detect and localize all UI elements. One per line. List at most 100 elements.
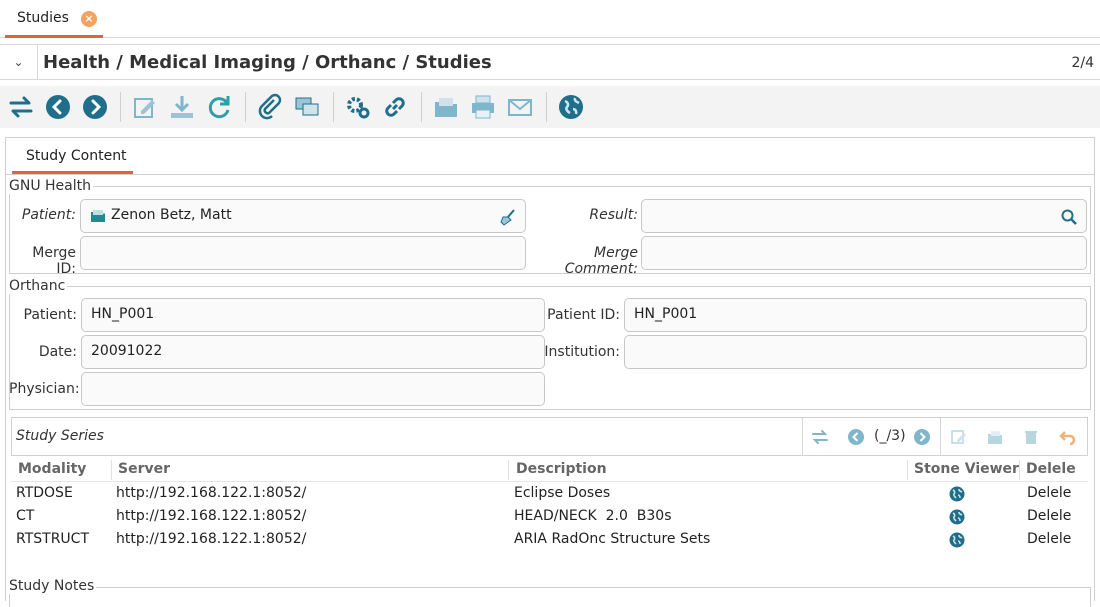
or-physician-field[interactable] [81, 372, 545, 406]
gh-patient-value: Zenon Betz, Matt [111, 207, 232, 223]
email-icon[interactable] [506, 93, 534, 121]
cell-description: ARIA RadOnc Structure Sets [514, 531, 711, 547]
folder-icon [91, 210, 105, 222]
search-icon[interactable] [1060, 208, 1078, 226]
table-row[interactable]: RTDOSE http://192.168.122.1:8052/ Eclips… [11, 483, 1088, 506]
or-date-value: 20091022 [91, 343, 163, 359]
or-institution-field[interactable] [624, 335, 1087, 369]
column-divider [1019, 460, 1020, 480]
column-divider [111, 460, 112, 480]
toolbar [0, 86, 1100, 128]
cell-modality: CT [16, 508, 35, 524]
cell-modality: RTSTRUCT [16, 531, 90, 547]
toolbar-separator [245, 92, 246, 122]
gh-patient-label: Patient: [21, 207, 76, 223]
globe-icon[interactable] [557, 93, 585, 121]
tab-study-content-label: Study Content [26, 148, 127, 164]
cell-description: HEAD/NECK 2.0 B30s [514, 508, 672, 524]
attachment-icon[interactable] [256, 93, 284, 121]
study-series-title: Study Series [16, 428, 104, 444]
print-icon[interactable] [469, 93, 497, 121]
toolbar-separator [802, 418, 803, 456]
save-icon[interactable] [168, 93, 196, 121]
edit-icon[interactable] [131, 93, 159, 121]
stone-viewer-globe-icon[interactable] [949, 486, 965, 502]
gh-merge-comment-label: Merge Comment: [564, 245, 638, 277]
study-series-toolbar: Study Series (_/3) [11, 417, 1088, 456]
tab-study-content[interactable]: Study Content [12, 144, 133, 174]
clear-broom-icon[interactable] [499, 208, 517, 226]
or-date-field[interactable]: 20091022 [81, 335, 545, 369]
record-counter: (_/3) [874, 428, 906, 444]
tab-strip [0, 0, 1100, 38]
reload-icon[interactable] [205, 93, 233, 121]
col-modality[interactable]: Modality [18, 461, 86, 477]
col-stone-viewer[interactable]: Stone Viewer [914, 461, 1019, 477]
notes-icon[interactable] [293, 93, 321, 121]
switch-view-icon[interactable] [811, 428, 829, 446]
toolbar-separator [940, 418, 941, 456]
cell-server: http://192.168.122.1:8052/ [116, 508, 307, 524]
or-patient-id-label: Patient ID: [547, 307, 620, 323]
cell-modality: RTDOSE [16, 485, 73, 501]
edit-icon[interactable] [950, 428, 968, 446]
col-description[interactable]: Description [516, 461, 607, 477]
orthanc-legend: Orthanc [9, 278, 68, 294]
table-row[interactable]: RTSTRUCT http://192.168.122.1:8052/ ARIA… [11, 529, 1088, 552]
table-row[interactable]: CT http://192.168.122.1:8052/ HEAD/NECK … [11, 506, 1088, 529]
cell-description: Eclipse Doses [514, 485, 611, 501]
col-server[interactable]: Server [118, 461, 170, 477]
breadcrumb: Health / Medical Imaging / Orthanc / Stu… [43, 52, 492, 73]
collapse-chevron-icon[interactable]: ⌄ [0, 45, 38, 79]
gh-patient-field[interactable]: Zenon Betz, Matt [80, 199, 526, 233]
or-institution-label: Institution: [544, 344, 620, 360]
delete-link[interactable]: Delele [1027, 508, 1071, 524]
previous-icon[interactable] [847, 428, 865, 446]
relate-icon[interactable] [381, 93, 409, 121]
toolbar-separator [120, 92, 121, 122]
switch-view-icon[interactable] [7, 93, 35, 121]
or-date-label: Date: [38, 344, 77, 360]
or-patient-label: Patient: [23, 307, 77, 323]
close-tab-icon[interactable]: × [81, 11, 97, 27]
stone-viewer-globe-icon[interactable] [949, 509, 965, 525]
col-delete[interactable]: Delele [1026, 461, 1076, 477]
study-notes-legend: Study Notes [9, 578, 97, 594]
gh-result-field[interactable] [641, 199, 1087, 233]
cell-server: http://192.168.122.1:8052/ [116, 531, 307, 547]
column-divider [907, 460, 908, 480]
or-patient-field[interactable]: HN_P001 [81, 298, 545, 332]
open-folder-icon[interactable] [432, 93, 460, 121]
delete-link[interactable]: Delele [1027, 531, 1071, 547]
column-divider [508, 460, 509, 480]
cell-server: http://192.168.122.1:8052/ [116, 485, 307, 501]
gh-merge-id-field[interactable] [80, 236, 526, 270]
or-patient-value: HN_P001 [91, 306, 155, 322]
delete-link[interactable]: Delele [1027, 485, 1071, 501]
toolbar-separator [333, 92, 334, 122]
delete-icon[interactable] [1022, 428, 1040, 446]
or-patient-id-field[interactable]: HN_P001 [624, 298, 1087, 332]
next-icon[interactable] [913, 428, 931, 446]
or-physician-label: Physician: [9, 381, 80, 397]
stone-viewer-globe-icon[interactable] [949, 532, 965, 548]
study-notes-group [9, 587, 1091, 607]
action-icon[interactable] [344, 93, 372, 121]
or-patient-id-value: HN_P001 [634, 306, 698, 322]
gh-result-label: Result: [589, 207, 638, 223]
gh-merge-comment-field[interactable] [641, 236, 1087, 270]
tab-studies[interactable]: Studies × [5, 0, 103, 38]
previous-icon[interactable] [44, 93, 72, 121]
record-pager: 2/4 [1071, 55, 1094, 71]
series-table-header: Modality Server Description Stone Viewer… [11, 458, 1088, 482]
open-folder-icon[interactable] [986, 428, 1004, 446]
tab-studies-label: Studies [17, 10, 69, 26]
undo-icon[interactable] [1058, 428, 1076, 446]
page-header: ⌄ Health / Medical Imaging / Orthanc / S… [0, 44, 1100, 80]
active-tab-indicator [5, 35, 103, 38]
divider [6, 174, 1094, 175]
gh-merge-id-label: Merge ID: [32, 245, 76, 277]
gnu-health-legend: GNU Health [9, 178, 93, 194]
toolbar-separator [546, 92, 547, 122]
next-icon[interactable] [81, 93, 109, 121]
